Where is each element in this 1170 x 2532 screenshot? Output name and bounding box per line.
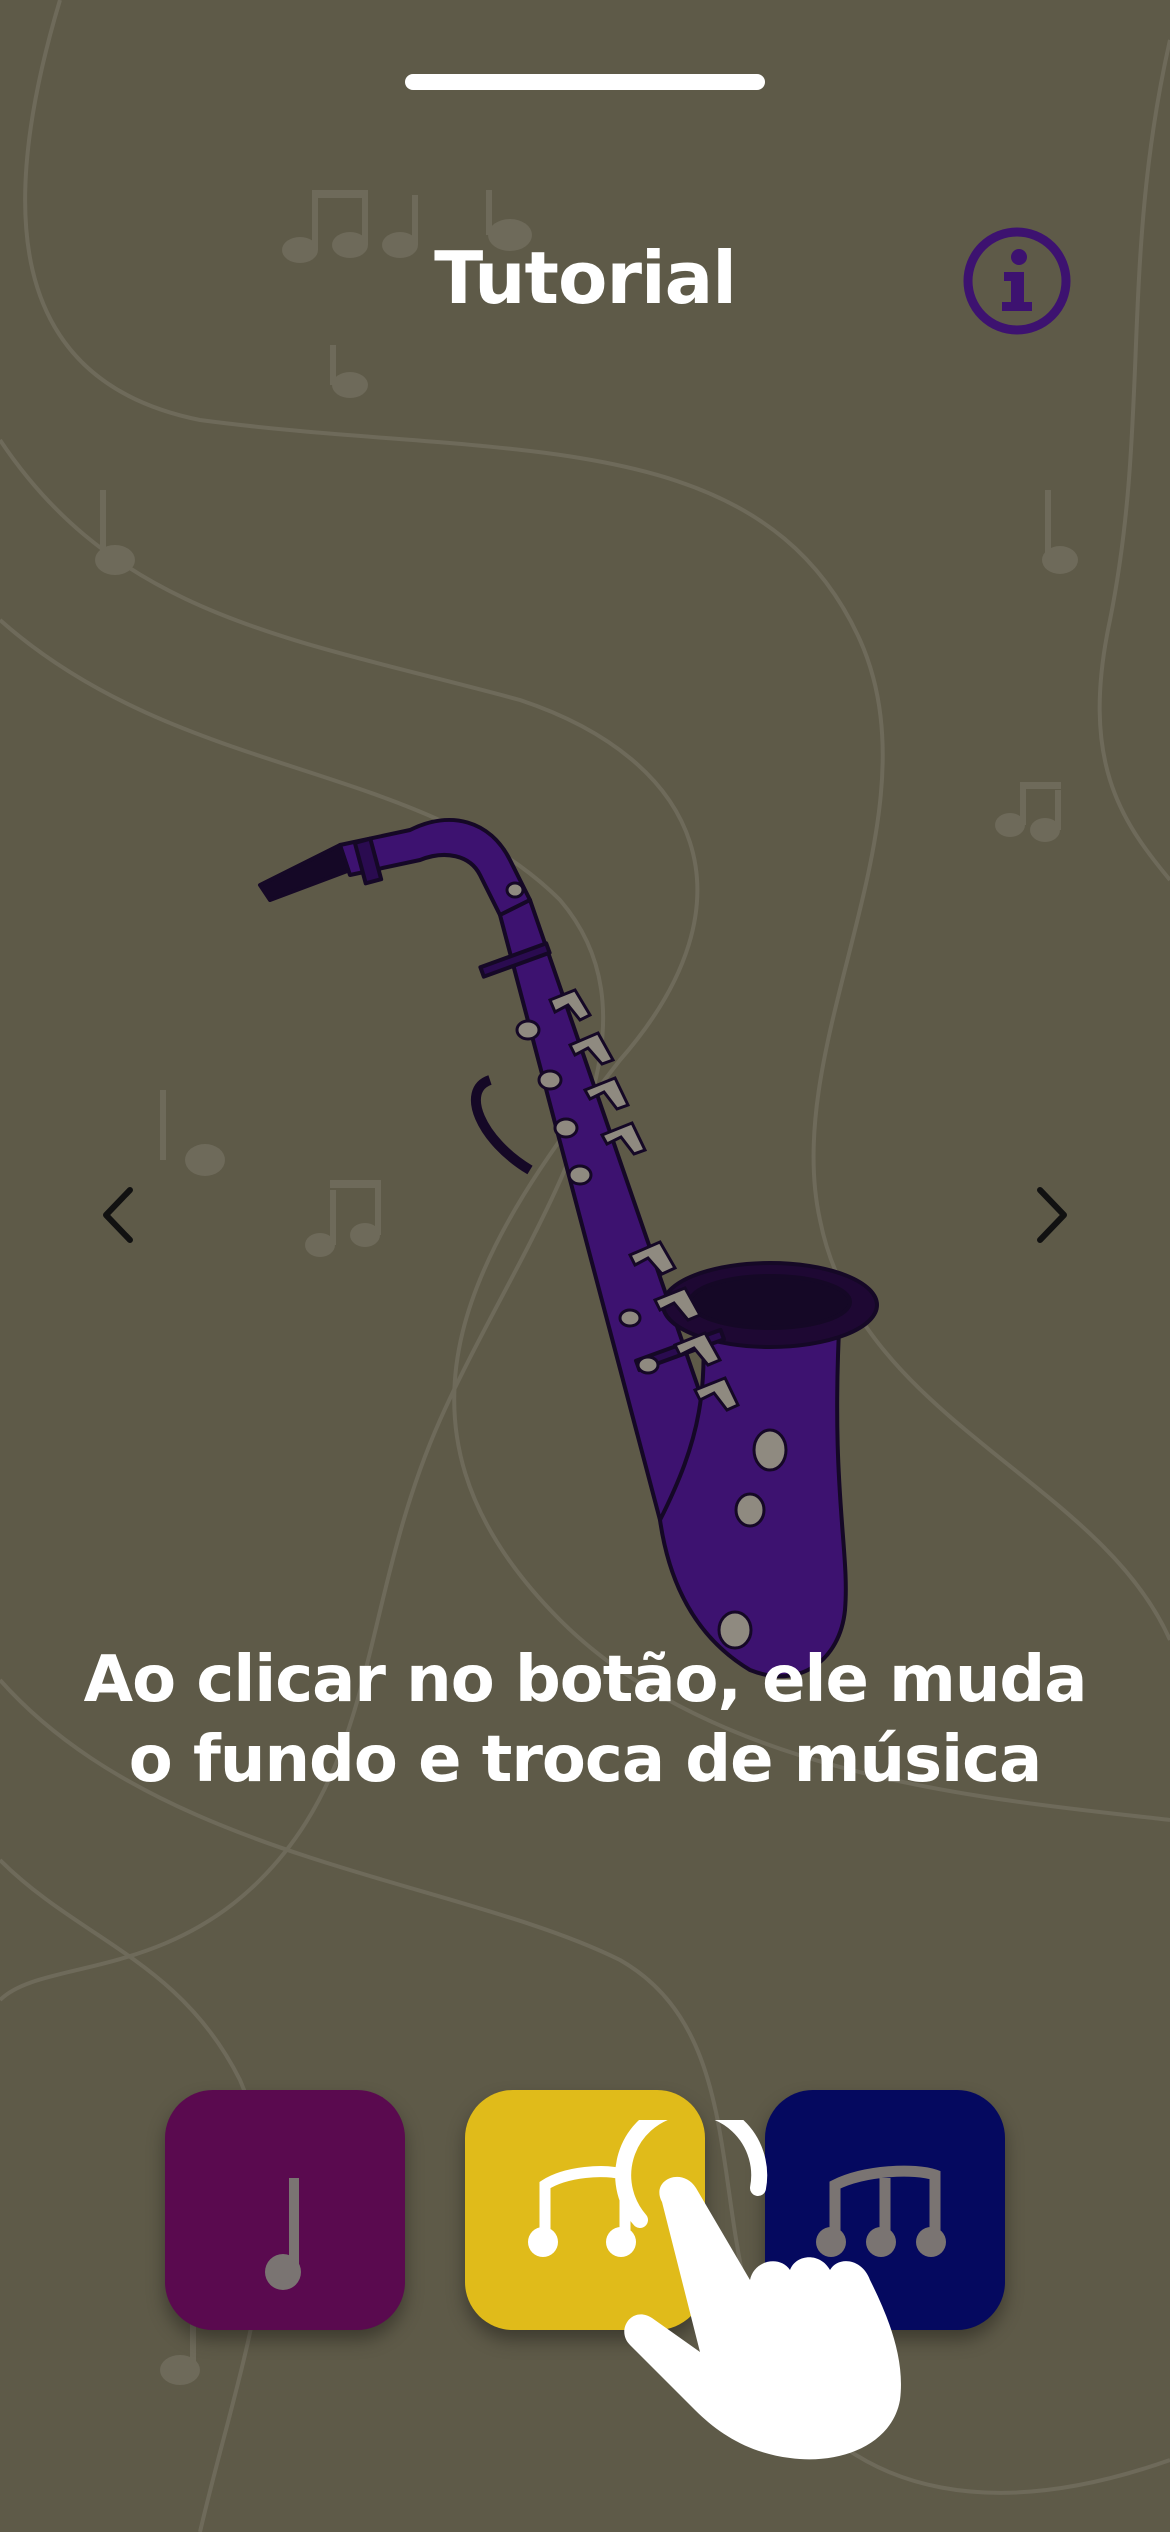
chevron-right-icon[interactable] (1020, 1180, 1080, 1250)
sheet-grabber[interactable] (405, 74, 765, 90)
chevron-left-icon[interactable] (90, 1180, 150, 1250)
tutorial-screen: Tutorial Ao clicar no botão, ele muda o … (0, 0, 1170, 2532)
caption-line-2: o fundo e troca de música (128, 1723, 1042, 1797)
tutorial-caption: Ao clicar no botão, ele muda o fundo e t… (60, 1640, 1110, 1800)
info-icon[interactable] (962, 226, 1072, 336)
caption-line-1: Ao clicar no botão, ele muda (83, 1643, 1088, 1717)
tap-hand-icon (615, 2120, 901, 2460)
music-button-1[interactable] (165, 2090, 405, 2330)
saxophone-illustration (258, 818, 879, 1679)
single-note-icon (265, 2178, 301, 2290)
